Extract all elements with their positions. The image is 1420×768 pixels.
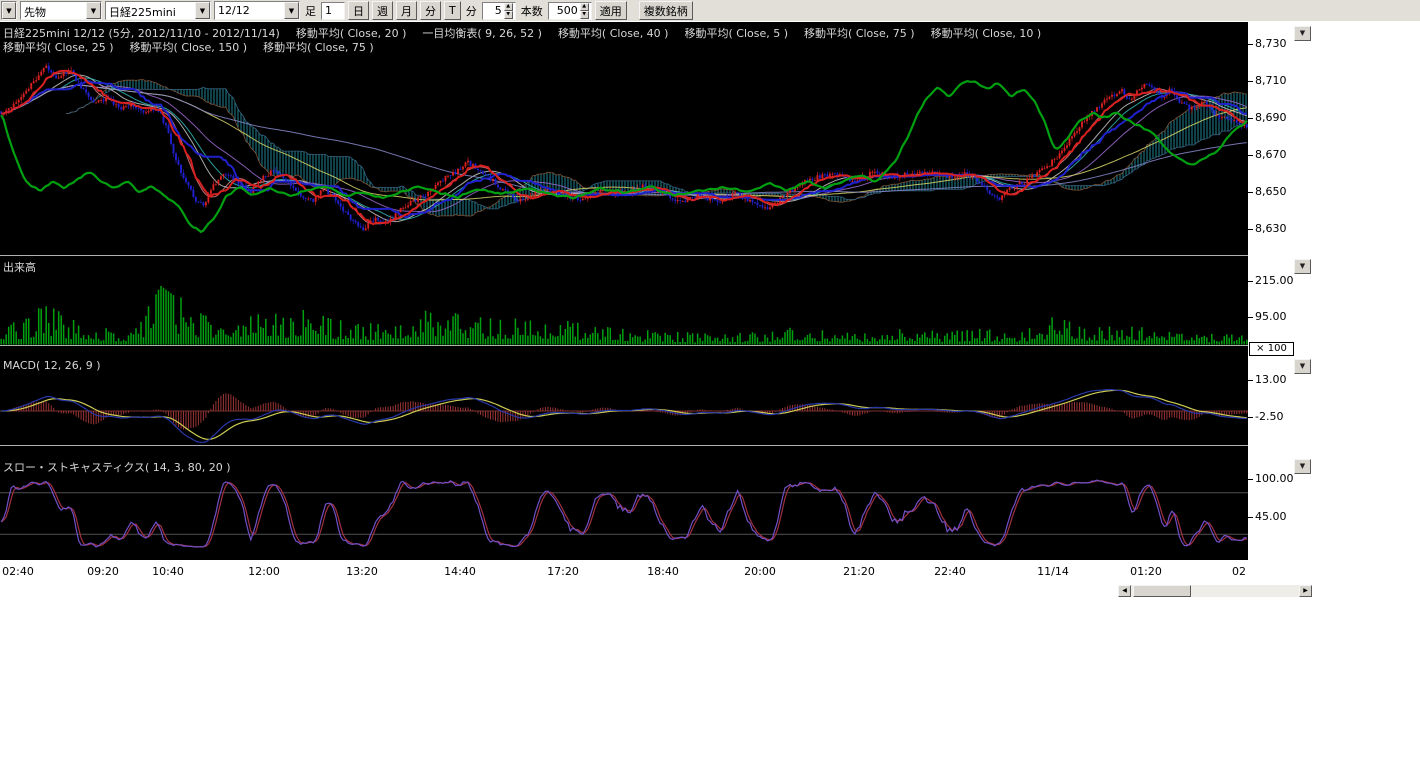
y-axis-label: 8,690	[1255, 111, 1287, 124]
y-axis-tick	[1248, 380, 1253, 381]
spin-down-icon[interactable]: ▼	[504, 11, 513, 19]
y-axis-tick	[1248, 517, 1253, 518]
x-axis-label: 17:20	[539, 565, 587, 578]
scrollbar-track[interactable]	[1131, 585, 1299, 597]
bars-label: 本数	[519, 3, 545, 19]
period-button-minute[interactable]: 分	[420, 1, 441, 20]
y-axis-tick	[1248, 81, 1253, 82]
chevron-down-icon[interactable]: ▼	[284, 2, 299, 19]
y-axis-label: 8,670	[1255, 148, 1287, 161]
y-axis-label: 8,710	[1255, 74, 1287, 87]
minute-label: 分	[464, 3, 479, 19]
y-axis-label: 95.00	[1255, 310, 1287, 323]
x-axis-label: 02	[1215, 565, 1263, 578]
ashi-label: 足	[303, 3, 318, 19]
y-axis-label: 8,650	[1255, 185, 1287, 198]
apply-button[interactable]: 適用	[595, 1, 627, 20]
y-axis-label: -2.50	[1255, 410, 1283, 423]
period-button-month[interactable]: 月	[396, 1, 417, 20]
spin-up-icon[interactable]: ▲	[580, 3, 589, 11]
y-axis-label: 100.00	[1255, 472, 1294, 485]
volume-multiplier-badge: × 100	[1249, 342, 1294, 356]
x-axis-label: 02:40	[0, 565, 42, 578]
y-axis-label: 45.00	[1255, 510, 1287, 523]
scrollbar-thumb[interactable]	[1133, 585, 1191, 597]
x-axis-label: 11/14	[1029, 565, 1077, 578]
x-axis-label: 20:00	[736, 565, 784, 578]
y-axis-tick	[1248, 417, 1253, 418]
toolbar: ▼ 先物 ▼ 日経225mini ▼ 12/12 ▼ 足 1 日 週 月 分 T…	[0, 0, 1420, 21]
x-axis-label: 14:40	[436, 565, 484, 578]
x-axis-label: 09:20	[79, 565, 127, 578]
bars-value: 500	[552, 4, 578, 17]
window-select-dropdown[interactable]: ▼	[1, 1, 17, 20]
y-axis-tick	[1248, 44, 1253, 45]
y-axis-tick	[1248, 281, 1253, 282]
y-axis-tick	[1248, 118, 1253, 119]
pane-dropdown-button[interactable]: ▼	[1294, 459, 1311, 474]
chevron-down-icon[interactable]: ▼	[2, 2, 16, 19]
y-axis-tick	[1248, 155, 1253, 156]
period-button-week[interactable]: 週	[372, 1, 393, 20]
date-select[interactable]: 12/12 ▼	[214, 1, 300, 20]
horizontal-scrollbar[interactable]: ◀ ▶	[1118, 585, 1312, 597]
y-axis-label: 215.00	[1255, 274, 1294, 287]
y-axis-tick	[1248, 192, 1253, 193]
symbol-select-value: 日経225mini	[106, 2, 195, 19]
symbol-select[interactable]: 日経225mini ▼	[105, 1, 211, 20]
period-button-day[interactable]: 日	[348, 1, 369, 20]
interval-input[interactable]: 1	[321, 2, 345, 20]
minute-value: 5	[486, 4, 502, 17]
chevron-down-icon[interactable]: ▼	[86, 2, 101, 19]
x-axis-label: 01:20	[1122, 565, 1170, 578]
chevron-down-icon[interactable]: ▼	[195, 2, 210, 19]
price-chart-canvas[interactable]	[0, 22, 1248, 560]
spin-up-icon[interactable]: ▲	[504, 3, 513, 11]
spin-down-icon[interactable]: ▼	[580, 11, 589, 19]
period-button-tick[interactable]: T	[444, 1, 461, 20]
y-axis-tick	[1248, 479, 1253, 480]
bars-input[interactable]: 500 ▲ ▼	[548, 2, 592, 20]
pane-dropdown-button[interactable]: ▼	[1294, 26, 1311, 41]
y-axis-tick	[1248, 229, 1253, 230]
market-select[interactable]: 先物 ▼	[20, 1, 102, 20]
x-axis-label: 10:40	[144, 565, 192, 578]
bars-spinner[interactable]: ▲ ▼	[580, 3, 589, 19]
x-axis-label: 12:00	[240, 565, 288, 578]
y-axis-label: 8,730	[1255, 37, 1287, 50]
interval-value: 1	[325, 4, 332, 17]
x-axis-label: 22:40	[926, 565, 974, 578]
y-axis-label: 13.00	[1255, 373, 1287, 386]
x-axis-label: 21:20	[835, 565, 883, 578]
x-axis-label: 18:40	[639, 565, 687, 578]
y-axis-tick	[1248, 317, 1253, 318]
pane-dropdown-button[interactable]: ▼	[1294, 359, 1311, 374]
minute-input[interactable]: 5 ▲ ▼	[482, 2, 516, 20]
market-select-value: 先物	[21, 2, 86, 19]
x-axis-label: 13:20	[338, 565, 386, 578]
scroll-right-icon[interactable]: ▶	[1299, 585, 1312, 597]
y-axis-label: 8,630	[1255, 222, 1287, 235]
date-select-value: 12/12	[215, 2, 284, 19]
pane-dropdown-button[interactable]: ▼	[1294, 259, 1311, 274]
minute-spinner[interactable]: ▲ ▼	[504, 3, 513, 19]
multi-symbol-button[interactable]: 複数銘柄	[639, 1, 693, 20]
scroll-left-icon[interactable]: ◀	[1118, 585, 1131, 597]
